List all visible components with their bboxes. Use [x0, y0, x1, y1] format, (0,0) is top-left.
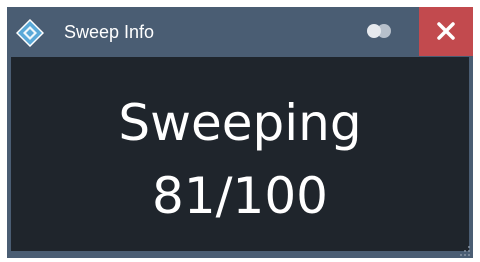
window-title: Sweep Info: [64, 22, 155, 42]
toggle-switch-icon[interactable]: [367, 23, 393, 39]
title-bar[interactable]: Sweep Info: [7, 7, 473, 56]
toggle-knob-front: [367, 24, 381, 38]
sweep-status-panel: Sweeping 81/100: [11, 57, 469, 251]
close-button[interactable]: [419, 7, 473, 56]
resize-grip-icon[interactable]: [459, 244, 471, 256]
rohde-schwarz-logo-icon: [15, 18, 45, 48]
sweep-info-window: Sweep Info Sweeping 81/100: [7, 7, 473, 258]
close-icon: [437, 22, 455, 40]
sweep-progress-value: 81/100: [152, 167, 328, 225]
sweep-status-label: Sweeping: [118, 94, 362, 152]
